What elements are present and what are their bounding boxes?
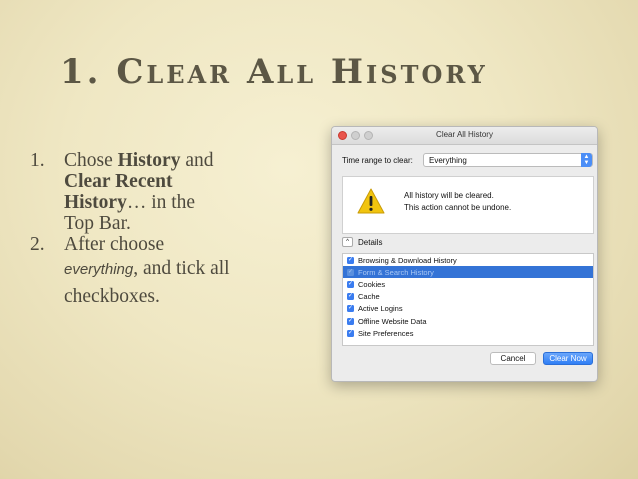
checkbox-checked-icon[interactable]: ✓: [347, 305, 354, 313]
dialog-titlebar: Clear All History: [332, 127, 597, 145]
bullet-bold-text: Clear Recent: [64, 171, 173, 192]
checkbox-checked-icon[interactable]: ✓: [347, 329, 354, 337]
bullet-text: , and tick all: [133, 258, 230, 279]
bullet-list: 1. Chose History and Clear Recent Histor…: [30, 150, 300, 310]
bullet-text: Top Bar.: [64, 213, 131, 234]
list-item-label: Cache: [358, 292, 380, 302]
list-item-cookies[interactable]: ✓ Cookies: [343, 278, 593, 290]
bullet-text: checkboxes.: [64, 286, 160, 307]
checkbox-checked-icon[interactable]: ✓: [347, 317, 354, 325]
list-item-active-logins[interactable]: ✓ Active Logins: [343, 303, 593, 315]
list-item-label: Browsing & Download History: [358, 255, 457, 265]
bullet-italic-text: everything: [64, 261, 134, 278]
warning-text: All history will be cleared. This action…: [404, 190, 511, 214]
bullet-number: 2.: [30, 234, 45, 255]
details-toggle-row[interactable]: ^ Details: [342, 237, 382, 247]
list-item-form-search-history[interactable]: ✓ Form & Search History: [343, 266, 593, 279]
clear-history-dialog: Clear All History Time range to clear: E…: [331, 126, 598, 382]
bullet-text: … in the: [126, 192, 196, 213]
checkbox-checked-icon[interactable]: ✓: [347, 280, 354, 288]
checkbox-checked-icon[interactable]: ✓: [347, 293, 354, 301]
bullet-item-1: 1. Chose History and Clear Recent Histor…: [30, 150, 300, 234]
list-item-label: Active Logins: [358, 304, 403, 314]
warning-icon: [357, 188, 385, 214]
list-item-label: Site Preferences: [358, 328, 414, 338]
list-item-offline-website-data[interactable]: ✓ Offline Website Data: [343, 315, 593, 327]
bullet-text: and: [180, 150, 214, 171]
bullet-bold-text: History: [117, 150, 181, 171]
time-range-select[interactable]: Everything ▲ ▼: [423, 153, 593, 167]
checkbox-checked-icon[interactable]: ✓: [347, 256, 354, 264]
details-label: Details: [358, 237, 383, 247]
checkbox-checked-icon[interactable]: ✓: [347, 268, 354, 276]
time-range-label: Time range to clear:: [342, 156, 413, 165]
list-item-label: Offline Website Data: [358, 316, 427, 326]
warning-panel: All history will be cleared. This action…: [342, 176, 594, 234]
list-item-label: Cookies: [358, 279, 386, 289]
history-items-list: ✓ Browsing & Download History ✓ Form & S…: [342, 253, 594, 346]
list-item-label: Form & Search History: [358, 267, 434, 277]
bullet-text: After choose: [64, 234, 165, 255]
bullet-bold-text: History: [64, 192, 127, 213]
slide-title: 1. Clear All History: [60, 52, 488, 92]
bullet-number: 1.: [30, 150, 45, 171]
clear-now-button[interactable]: Clear Now: [543, 352, 593, 365]
chevron-up-down-icon: ▲ ▼: [581, 153, 592, 167]
chevron-up-icon[interactable]: ^: [342, 237, 353, 247]
warning-line-2: This action cannot be undone.: [404, 203, 512, 212]
bullet-text: Chose: [64, 150, 118, 171]
time-range-value: Everything: [429, 156, 467, 165]
list-item-browsing-download-history[interactable]: ✓ Browsing & Download History: [343, 254, 593, 266]
cancel-button[interactable]: Cancel: [490, 352, 536, 365]
warning-line-1: All history will be cleared.: [404, 191, 494, 200]
list-item-site-preferences[interactable]: ✓ Site Preferences: [343, 327, 593, 339]
dialog-title: Clear All History: [436, 130, 493, 139]
list-item-cache[interactable]: ✓ Cache: [343, 291, 593, 303]
bullet-item-2: 2. After choose everything, and tick all…: [30, 234, 300, 310]
